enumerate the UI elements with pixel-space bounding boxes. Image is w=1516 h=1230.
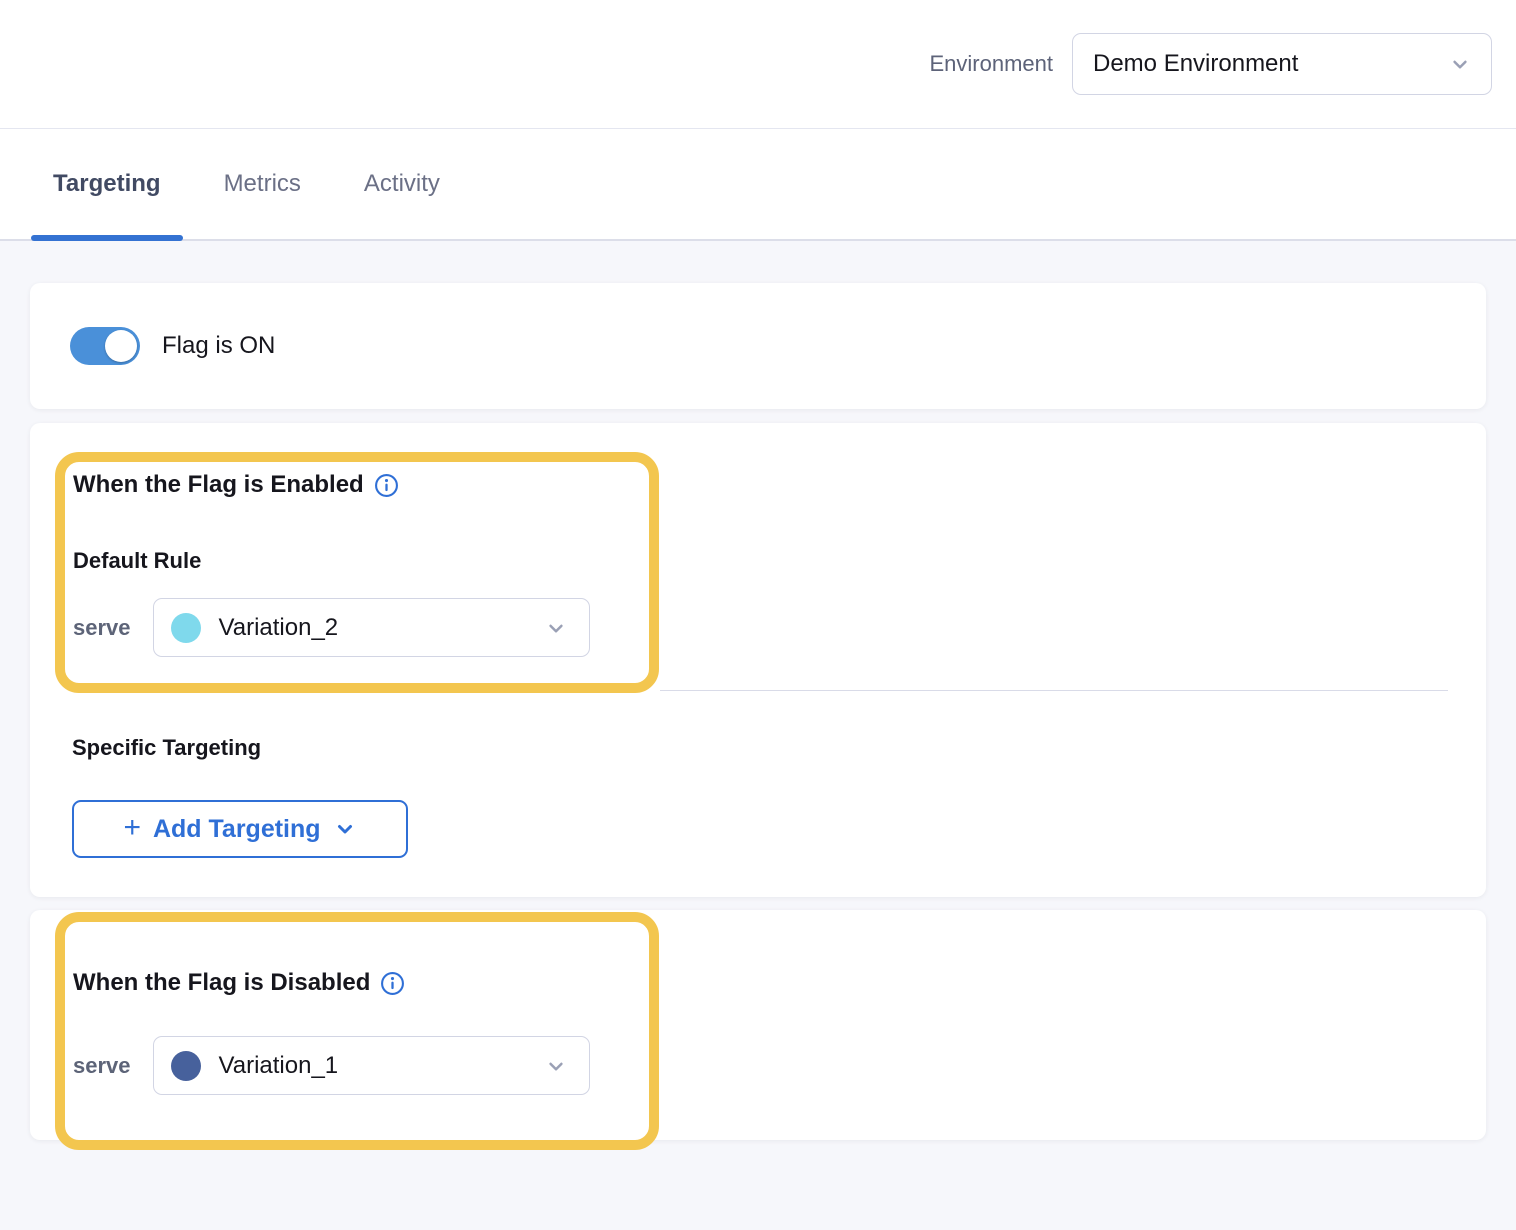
tab-metrics[interactable]: Metrics: [202, 129, 323, 239]
specific-targeting-title: Specific Targeting: [72, 733, 1486, 763]
add-targeting-button[interactable]: + Add Targeting: [72, 800, 408, 858]
toggle-knob: [105, 330, 137, 362]
variation-1-color-dot: [171, 1051, 201, 1081]
plus-icon: +: [123, 813, 141, 843]
disabled-rule-card: When the Flag is Disabled serve Variatio…: [30, 910, 1486, 1140]
tab-activity[interactable]: Activity: [342, 129, 462, 239]
chevron-down-icon: [333, 817, 357, 841]
flag-status-label: Flag is ON: [162, 332, 275, 360]
disabled-variation-dropdown[interactable]: Variation_1: [153, 1036, 590, 1095]
default-rule-label: Default Rule: [73, 546, 649, 576]
chevron-down-icon: [1447, 51, 1473, 77]
flag-on-toggle[interactable]: [70, 327, 140, 365]
info-icon[interactable]: [380, 971, 405, 996]
section-divider: [660, 690, 1448, 691]
tab-activity-label: Activity: [364, 170, 440, 198]
environment-label: Environment: [929, 51, 1053, 77]
serve-label: serve: [73, 615, 131, 641]
tab-metrics-label: Metrics: [224, 170, 301, 198]
tab-targeting-label: Targeting: [53, 170, 161, 198]
add-targeting-label: Add Targeting: [153, 815, 321, 844]
active-tab-underline: [31, 235, 183, 241]
top-header: Environment Demo Environment: [0, 0, 1516, 129]
disabled-variation-value: Variation_1: [219, 1052, 525, 1080]
enabled-variation-dropdown[interactable]: Variation_2: [153, 598, 590, 657]
chevron-down-icon: [543, 615, 569, 641]
variation-2-color-dot: [171, 613, 201, 643]
environment-dropdown-value: Demo Environment: [1093, 50, 1298, 78]
environment-dropdown[interactable]: Demo Environment: [1072, 33, 1492, 95]
tab-bar: Targeting Metrics Activity: [0, 129, 1516, 241]
serve-label: serve: [73, 1053, 131, 1079]
flag-status-card: Flag is ON: [30, 283, 1486, 409]
tab-targeting[interactable]: Targeting: [31, 129, 183, 239]
enabled-section-title: When the Flag is Enabled: [73, 471, 364, 499]
enabled-variation-value: Variation_2: [219, 614, 525, 642]
enabled-rule-highlight-box: When the Flag is Enabled Default Rule se…: [55, 452, 659, 693]
info-icon[interactable]: [374, 473, 399, 498]
main-content: Flag is ON When the Flag is Enabled Defa…: [0, 241, 1516, 1140]
targeting-rules-card: When the Flag is Enabled Default Rule se…: [30, 423, 1486, 897]
disabled-rule-highlight-box: When the Flag is Disabled serve Variatio…: [55, 912, 659, 1150]
disabled-section-title: When the Flag is Disabled: [73, 969, 370, 997]
chevron-down-icon: [543, 1053, 569, 1079]
